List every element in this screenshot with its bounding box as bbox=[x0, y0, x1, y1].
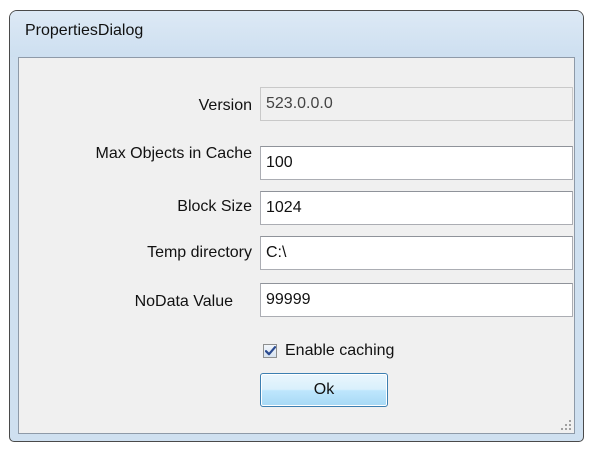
dialog-body: Version Max Objects in Cache Block Size … bbox=[18, 57, 575, 434]
ok-button[interactable]: Ok bbox=[260, 373, 388, 407]
version-label: Version bbox=[198, 97, 252, 114]
max-objects-label: Max Objects in Cache bbox=[95, 145, 252, 162]
checkmark-icon bbox=[264, 346, 276, 356]
enable-caching-option[interactable]: Enable caching bbox=[263, 337, 394, 365]
resize-grip-icon[interactable] bbox=[560, 419, 572, 431]
block-size-label: Block Size bbox=[177, 198, 252, 215]
version-field bbox=[260, 87, 573, 121]
nodata-value-input[interactable] bbox=[260, 283, 573, 317]
temp-directory-label: Temp directory bbox=[147, 244, 252, 261]
max-objects-input[interactable] bbox=[260, 146, 573, 180]
enable-caching-label: Enable caching bbox=[285, 342, 395, 359]
window-title: PropertiesDialog bbox=[25, 22, 144, 39]
temp-directory-input[interactable] bbox=[260, 236, 573, 270]
block-size-input[interactable] bbox=[260, 191, 573, 225]
properties-dialog: PropertiesDialog Version Max Objects in … bbox=[9, 10, 584, 442]
nodata-value-label: NoData Value bbox=[134, 293, 233, 310]
title-bar[interactable]: PropertiesDialog bbox=[10, 11, 583, 57]
enable-caching-checkbox[interactable] bbox=[263, 344, 277, 358]
